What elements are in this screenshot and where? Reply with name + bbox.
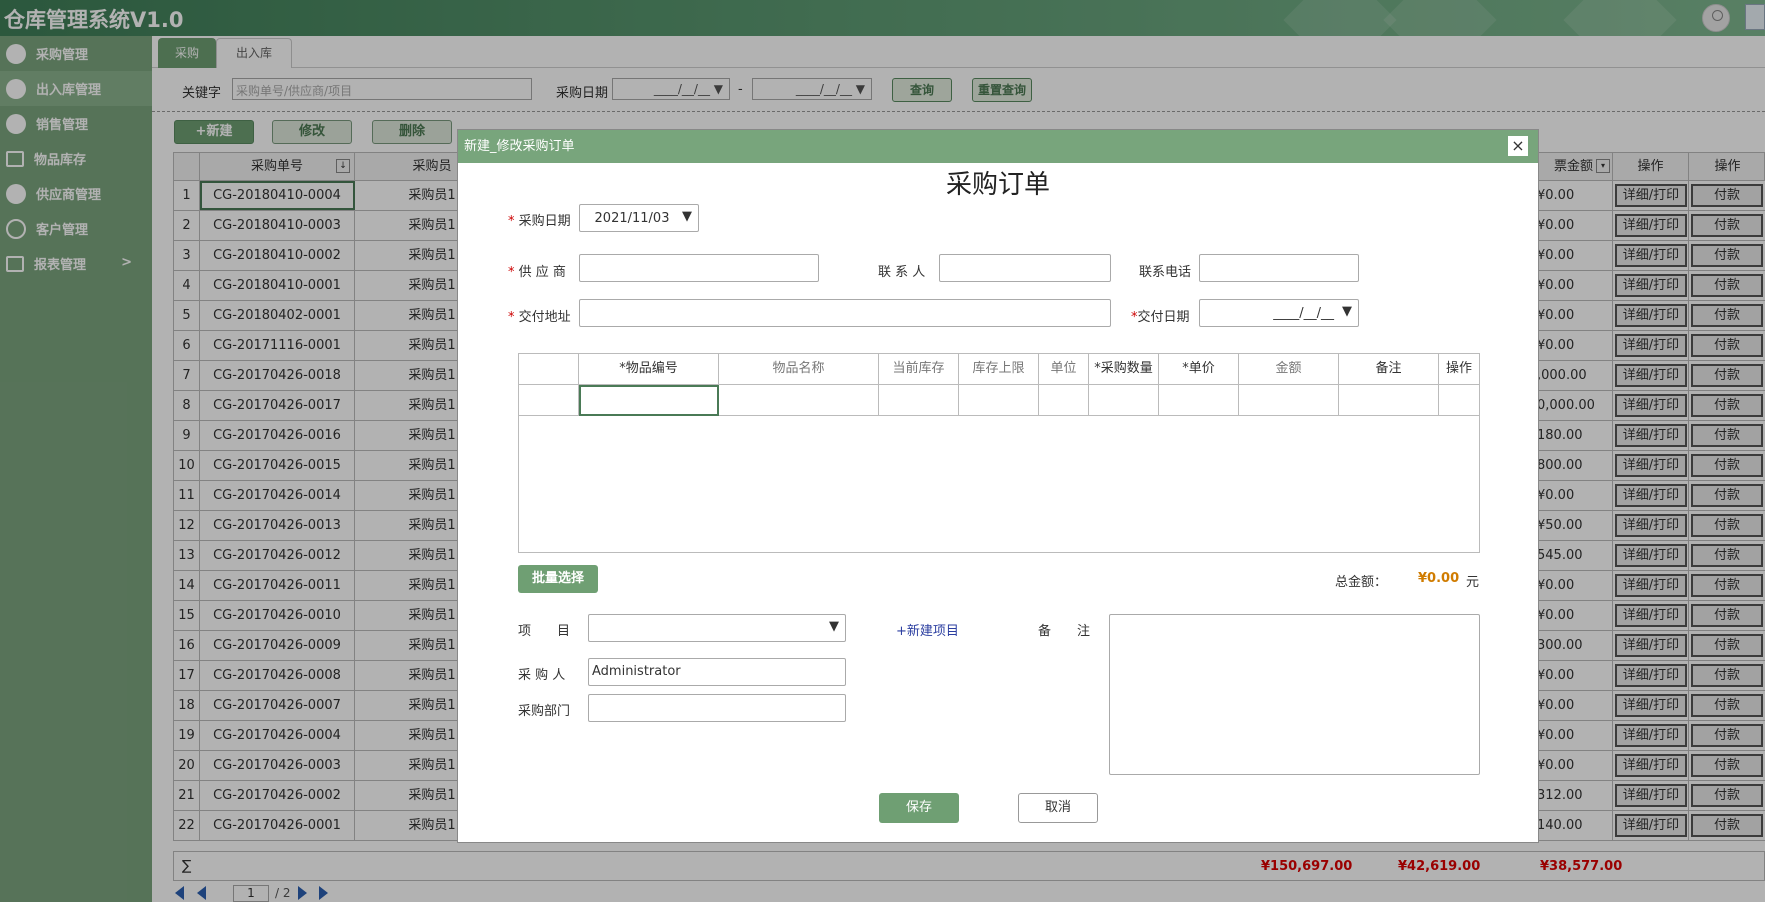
- total-amount-value: ¥0.00: [1418, 571, 1460, 586]
- save-button[interactable]: 保存: [879, 793, 959, 823]
- item-cell[interactable]: [719, 385, 879, 416]
- department-input[interactable]: [588, 694, 846, 722]
- supplier-label: * 供 应 商: [508, 265, 566, 280]
- item-header-qty: *采购数量: [1089, 354, 1159, 385]
- item-cell[interactable]: [1159, 385, 1239, 416]
- delivery-address-label: * 交付地址: [508, 310, 571, 325]
- dialog-title: 采购订单: [945, 170, 1050, 200]
- chevron-down-icon: ▼: [682, 209, 692, 224]
- new-project-link[interactable]: +新建项目: [896, 620, 959, 639]
- item-header-limit: 库存上限: [959, 354, 1039, 385]
- chevron-down-icon: ▼: [829, 619, 839, 634]
- item-cell[interactable]: [1089, 385, 1159, 416]
- item-header-op: 操作: [1439, 354, 1479, 385]
- batch-select-button[interactable]: 批量选择: [518, 565, 598, 593]
- total-amount-label: 总金额：: [1335, 575, 1388, 590]
- item-cell[interactable]: [1439, 385, 1479, 416]
- total-amount-unit: 元: [1466, 575, 1480, 590]
- purchase-date-label: * 采购日期: [508, 214, 571, 229]
- chevron-down-icon: ▼: [1342, 304, 1352, 319]
- item-table: *物品编号 物品名称 当前库存 库存上限 单位 *采购数量 *单价 金额 备注 …: [518, 353, 1480, 553]
- item-header-amount: 金额: [1239, 354, 1339, 385]
- dialog-header: 新建_修改采购订单 ×: [458, 130, 1538, 163]
- delivery-date-value: ____/__/__: [1273, 306, 1334, 321]
- delivery-date-label: *交付日期: [1131, 310, 1190, 325]
- item-cell[interactable]: [1339, 385, 1439, 416]
- cancel-button[interactable]: 取消: [1018, 793, 1098, 823]
- supplier-input[interactable]: [579, 254, 819, 282]
- contact-label: 联 系 人: [878, 265, 926, 280]
- purchase-date-select[interactable]: 2021/11/03 ▼: [579, 204, 699, 232]
- purchase-order-dialog: 新建_修改采购订单 × 采购订单 * 采购日期 2021/11/03 ▼ * 供 …: [457, 129, 1539, 843]
- close-icon[interactable]: ×: [1508, 136, 1528, 156]
- contact-input[interactable]: [939, 254, 1111, 282]
- item-header-price: *单价: [1159, 354, 1239, 385]
- department-label: 采购部门: [518, 704, 571, 719]
- buyer-label: 采 购 人: [518, 668, 566, 683]
- item-cell[interactable]: [1239, 385, 1339, 416]
- project-select[interactable]: ▼: [588, 614, 846, 642]
- item-cell[interactable]: [959, 385, 1039, 416]
- item-cell[interactable]: [1039, 385, 1089, 416]
- dialog-header-title: 新建_修改采购订单: [464, 139, 575, 154]
- item-header-remark: 备注: [1339, 354, 1439, 385]
- delivery-address-input[interactable]: [579, 299, 1111, 327]
- phone-label: 联系电话: [1139, 265, 1192, 280]
- delivery-date-select[interactable]: ____/__/__ ▼: [1199, 299, 1359, 327]
- project-label: 项 目: [518, 624, 571, 639]
- item-header-stock: 当前库存: [879, 354, 959, 385]
- item-code-cell[interactable]: [579, 385, 719, 416]
- item-cell[interactable]: [879, 385, 959, 416]
- remark-textarea[interactable]: [1109, 614, 1480, 775]
- item-header-code: *物品编号: [579, 354, 719, 385]
- item-cell[interactable]: [519, 385, 579, 416]
- item-header-unit: 单位: [1039, 354, 1089, 385]
- buyer-input[interactable]: Administrator: [588, 658, 846, 686]
- remark-label: 备 注: [1038, 624, 1091, 639]
- item-header-blank: [519, 354, 579, 385]
- item-header-name: 物品名称: [719, 354, 879, 385]
- purchase-date-value: 2021/11/03: [594, 211, 670, 226]
- phone-input[interactable]: [1199, 254, 1359, 282]
